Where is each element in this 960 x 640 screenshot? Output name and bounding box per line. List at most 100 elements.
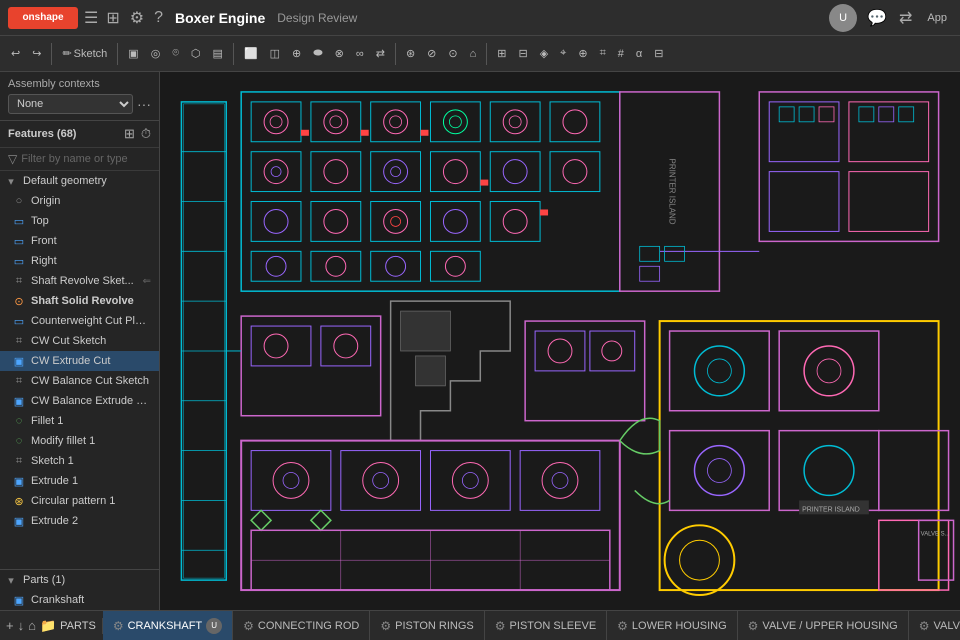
tool-lines[interactable]: ▤ <box>208 45 228 62</box>
tool-plus2[interactable]: ⊕ <box>573 45 592 62</box>
grid-icon[interactable]: ⊞ <box>104 6 121 30</box>
list-item[interactable]: ⌗ Sketch 1 <box>0 451 159 471</box>
app-button[interactable]: App <box>922 10 952 26</box>
plane-icon: ▭ <box>12 255 26 268</box>
tool-plus[interactable]: ⊕ <box>287 45 306 62</box>
tool-swap[interactable]: ⇄ <box>371 45 390 62</box>
tool-oval[interactable]: ⬬ <box>308 45 327 62</box>
tool-split[interactable]: ◫ <box>265 45 285 62</box>
filter-input[interactable] <box>21 153 160 165</box>
tab-crankshaft[interactable]: ⚙ CRANKSHAFT U <box>103 611 233 640</box>
list-item[interactable]: ○ Origin <box>0 191 159 211</box>
undo-button[interactable]: ↩ <box>6 45 25 62</box>
tab-piston-rings[interactable]: ⚙ PISTON RINGS <box>370 611 484 640</box>
tab-connecting-rod[interactable]: ⚙ CONNECTING ROD <box>233 611 370 640</box>
folder-icon[interactable]: 📁 <box>40 618 56 634</box>
tool-diamond[interactable]: ◈ <box>535 45 553 62</box>
list-item[interactable]: ▭ Top <box>0 211 159 231</box>
assembly-context-select[interactable]: None <box>8 94 133 114</box>
redo-button[interactable]: ↪ <box>27 45 46 62</box>
item-label: Top <box>31 215 151 227</box>
tool-rect[interactable]: ⬜ <box>239 45 263 62</box>
import-button[interactable]: ↓ <box>18 618 25 633</box>
default-geometry-group[interactable]: ▾ Default geometry <box>0 171 159 191</box>
list-item[interactable]: ⌗ CW Balance Cut Sketch <box>0 371 159 391</box>
list-item[interactable]: ⊛ Circular pattern 1 <box>0 491 159 511</box>
item-label: Extrude 1 <box>31 475 151 487</box>
plane-icon: ▭ <box>12 315 26 328</box>
list-item[interactable]: ◌ Fillet 1 <box>0 411 159 431</box>
tool-home[interactable]: ⌂ <box>465 46 482 62</box>
tab-label: CRANKSHAFT <box>128 620 203 632</box>
svg-text:PRINTER ISLAND: PRINTER ISLAND <box>668 159 677 225</box>
list-item[interactable]: ▣ Extrude 1 <box>0 471 159 491</box>
tool-star[interactable]: ⊛ <box>401 45 420 62</box>
parts-group[interactable]: ▾ Parts (1) <box>0 570 159 590</box>
toolbar-separator-3 <box>233 43 234 65</box>
tool-hex[interactable]: ⬡ <box>186 45 206 62</box>
tab-valve-s[interactable]: ⚙ VALVE S... <box>909 611 960 640</box>
tab-gear-icon: ⚙ <box>113 619 124 633</box>
tool-plane[interactable]: ▣ <box>123 45 143 62</box>
tool-ring[interactable]: ⌾ <box>167 45 184 62</box>
tab-piston-sleeve[interactable]: ⚙ PISTON SLEEVE <box>485 611 607 640</box>
tool-target[interactable]: ⊙ <box>443 45 462 62</box>
tool-ban[interactable]: ⊘ <box>422 45 441 62</box>
tool-hash[interactable]: # <box>613 46 629 62</box>
extrude-icon: ▣ <box>12 475 26 488</box>
tab-valve-upper-housing[interactable]: ⚙ VALVE / UPPER HOUSING <box>738 611 909 640</box>
group-label: Default geometry <box>23 175 151 187</box>
tool-alpha[interactable]: α <box>631 46 647 62</box>
sketch-button[interactable]: ✏ Sketch <box>57 45 112 62</box>
features-history-icon[interactable]: ⏱ <box>141 126 151 142</box>
tab-gear-icon: ⚙ <box>243 619 254 633</box>
assembly-contexts-label: Assembly contexts <box>8 78 151 90</box>
svg-text:PRINTER ISLAND: PRINTER ISLAND <box>802 506 860 513</box>
features-expand-icon[interactable]: ⊞ <box>124 126 135 142</box>
cad-viewport[interactable]: PRINTER ISLAND <box>160 72 960 610</box>
sketch-icon: ⌗ <box>12 335 26 348</box>
tab-label: PISTON RINGS <box>395 620 474 632</box>
tool-cross[interactable]: ⊗ <box>330 45 349 62</box>
parts-label[interactable]: PARTS <box>60 620 96 632</box>
list-item[interactable]: ▭ Right <box>0 251 159 271</box>
help-icon[interactable]: ? <box>152 7 165 29</box>
list-item[interactable]: ▣ Crankshaft <box>0 590 159 610</box>
filter-row: ▽ <box>0 148 159 171</box>
toolbar-separator-4 <box>395 43 396 65</box>
item-label: CW Balance Extrude Cut <box>31 395 151 407</box>
list-item[interactable]: ▣ Extrude 2 <box>0 511 159 531</box>
list-item[interactable]: ⌗ CW Cut Sketch <box>0 331 159 351</box>
tool-add[interactable]: ⊞ <box>492 45 511 62</box>
tool-grid[interactable]: ⌗ <box>595 45 611 62</box>
add-tab-button[interactable]: + <box>6 618 14 633</box>
share-icon[interactable]: ⇄ <box>897 6 914 30</box>
list-item[interactable]: ◌ Modify fillet 1 <box>0 431 159 451</box>
list-item[interactable]: ⊙ Shaft Solid Revolve <box>0 291 159 311</box>
tab-lower-housing[interactable]: ⚙ LOWER HOUSING <box>607 611 738 640</box>
tool-crosshair[interactable]: ⌖ <box>555 45 571 62</box>
assembly-context-menu-button[interactable]: ··· <box>137 96 151 112</box>
list-item[interactable]: ⌗ Shaft Revolve Sket... ⇐ <box>0 271 159 291</box>
tool-minus[interactable]: ⊟ <box>513 45 532 62</box>
home-button[interactable]: ⌂ <box>28 618 36 633</box>
chat-icon[interactable]: 💬 <box>865 6 889 30</box>
item-label: Modify fillet 1 <box>31 435 151 447</box>
toolbar-separator-1 <box>51 43 52 65</box>
settings-icon[interactable]: ⚙ <box>128 6 146 30</box>
sketch-arrow: ⇐ <box>143 276 151 287</box>
tool-circle[interactable]: ◎ <box>146 45 166 62</box>
user-avatar[interactable]: U <box>829 4 857 32</box>
tool-more[interactable]: ⊟ <box>649 45 668 62</box>
sketch-icon: ⌗ <box>12 375 26 388</box>
toolbar: ↩ ↪ ✏ Sketch ▣ ◎ ⌾ ⬡ ▤ ⬜ ◫ ⊕ ⬬ ⊗ ∞ ⇄ ⊛ ⊘… <box>0 36 960 72</box>
tab-user-avatar: U <box>206 618 222 634</box>
list-item[interactable]: ▭ Counterweight Cut Plane <box>0 311 159 331</box>
list-item[interactable]: ▭ Front <box>0 231 159 251</box>
tool-inf[interactable]: ∞ <box>351 46 369 62</box>
extrude-icon: ▣ <box>12 395 26 408</box>
list-item[interactable]: ▣ CW Balance Extrude Cut <box>0 391 159 411</box>
pattern-icon: ⊛ <box>12 495 26 508</box>
list-item-selected[interactable]: ▣ CW Extrude Cut <box>0 351 159 371</box>
hamburger-menu[interactable]: ☰ <box>84 8 98 28</box>
